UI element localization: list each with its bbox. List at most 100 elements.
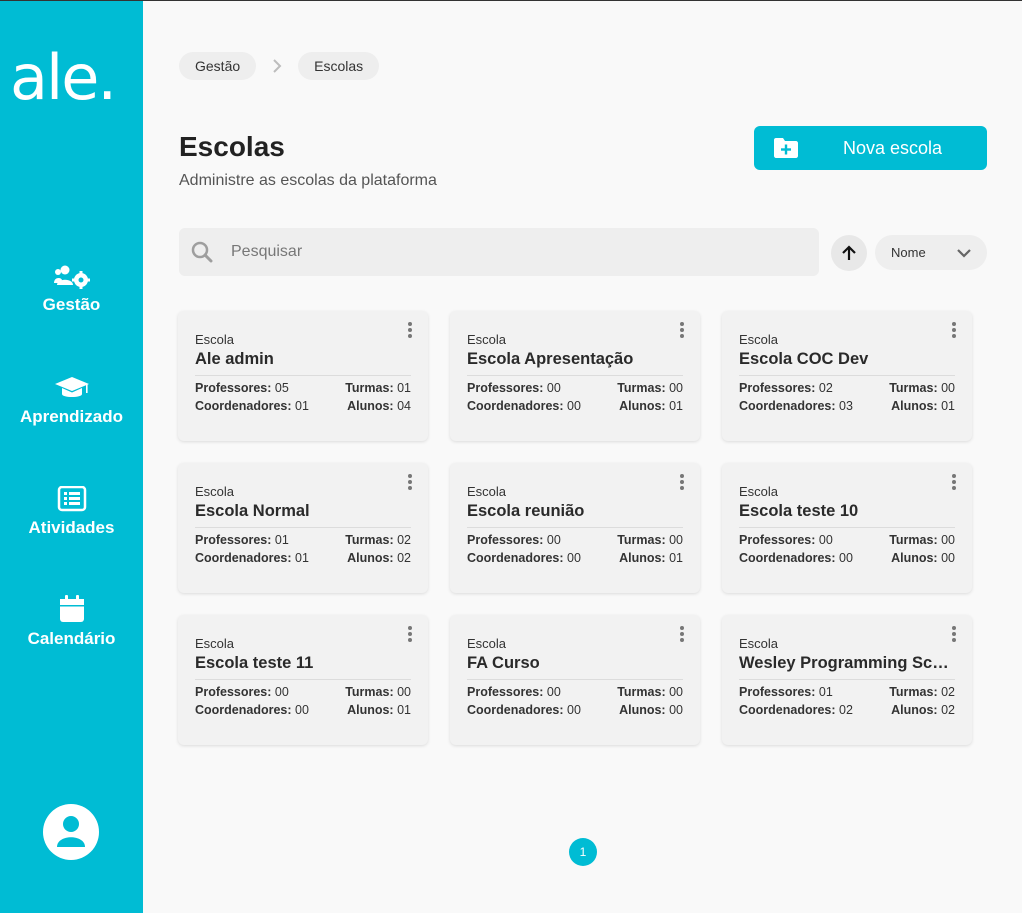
sidebar-item-aprendizado[interactable]: Aprendizado xyxy=(0,375,143,427)
arrow-up-icon xyxy=(842,245,856,260)
stat-coordenadores: Coordenadores: 00 xyxy=(467,703,581,717)
school-name: Escola reunião xyxy=(467,502,585,520)
stat-label: Professores: xyxy=(739,533,816,547)
school-kind: Escola xyxy=(195,332,235,347)
stat-label: Professores: xyxy=(739,381,816,395)
more-options-icon[interactable] xyxy=(677,322,687,340)
chevron-right-icon xyxy=(273,59,282,73)
school-kind: Escola xyxy=(467,484,507,499)
stat-coordenadores: Coordenadores: 00 xyxy=(467,399,581,413)
school-kind: Escola xyxy=(195,636,235,651)
more-options-icon[interactable] xyxy=(949,626,959,644)
sort-direction-button[interactable] xyxy=(831,235,867,271)
pagination-page-1[interactable]: 1 xyxy=(569,838,597,866)
divider xyxy=(195,375,411,376)
stat-label: Professores: xyxy=(195,685,272,699)
sort-field-select[interactable]: Nome xyxy=(875,235,987,270)
stat-value: 00 xyxy=(546,381,561,395)
sort-field-value: Nome xyxy=(891,245,926,260)
stat-alunos: Alunos: 01 xyxy=(347,703,411,717)
stat-value: 00 xyxy=(546,533,561,547)
stat-label: Coordenadores: xyxy=(739,551,836,565)
stat-label: Turmas: xyxy=(889,381,938,395)
stat-professores: Professores: 00 xyxy=(739,533,833,547)
school-kind: Escola xyxy=(467,332,507,347)
stat-professores: Professores: 05 xyxy=(195,381,289,395)
stat-value: 00 xyxy=(941,551,955,565)
school-card[interactable]: Escola Escola COC Dev Professores: 02 Turma… xyxy=(722,311,972,441)
more-options-icon[interactable] xyxy=(677,474,687,492)
school-name: Escola teste 11 xyxy=(195,654,314,672)
page-subtitle: Administre as escolas da plataforma xyxy=(179,172,437,189)
more-options-icon[interactable] xyxy=(949,474,959,492)
search-input[interactable] xyxy=(231,243,791,261)
sidebar-item-atividades[interactable]: Atividades xyxy=(0,486,143,538)
more-options-icon[interactable] xyxy=(949,322,959,340)
school-kind: Escola xyxy=(467,636,507,651)
school-kind: Escola xyxy=(739,636,779,651)
more-options-icon[interactable] xyxy=(405,474,415,492)
stat-label: Alunos: xyxy=(619,399,666,413)
stat-value: 01 xyxy=(397,703,411,717)
brand-logo[interactable]: ale. xyxy=(10,41,117,114)
divider xyxy=(195,679,411,680)
stat-value: 00 xyxy=(818,533,833,547)
stat-value: 00 xyxy=(397,685,411,699)
user-avatar[interactable] xyxy=(43,804,99,860)
school-name: Escola COC Dev xyxy=(739,350,869,368)
page-title: Escolas xyxy=(179,131,285,162)
sidebar-item-gestao[interactable]: Gestão xyxy=(0,263,143,315)
more-options-icon[interactable] xyxy=(405,626,415,644)
breadcrumb-item-gestao[interactable]: Gestão xyxy=(179,52,257,80)
stat-value: 00 xyxy=(546,685,561,699)
stat-alunos: Alunos: 00 xyxy=(891,551,955,565)
chevron-down-icon xyxy=(957,248,971,258)
more-options-icon[interactable] xyxy=(677,626,687,644)
stat-label: Turmas: xyxy=(617,533,666,547)
stat-value: 02 xyxy=(941,703,955,717)
more-options-icon[interactable] xyxy=(405,322,415,340)
stat-value: 00 xyxy=(567,703,581,717)
stat-value: 00 xyxy=(941,381,955,395)
school-card[interactable]: Escola Escola reunião Professores: 00 Turma… xyxy=(450,463,700,593)
school-card[interactable]: Escola Escola Apresentação Professores: 00… xyxy=(450,311,700,441)
stat-label: Turmas: xyxy=(889,533,938,547)
stat-value: 00 xyxy=(295,703,309,717)
new-school-button[interactable]: Nova escola xyxy=(754,126,987,170)
stat-alunos: Alunos: 04 xyxy=(347,399,411,413)
stat-value: 05 xyxy=(274,381,289,395)
stat-label: Professores: xyxy=(195,533,272,547)
stat-turmas: Turmas: 00 xyxy=(617,533,683,547)
school-card[interactable]: Escola Wesley Programming School Professor… xyxy=(722,615,972,745)
stat-value: 00 xyxy=(669,533,683,547)
search-icon xyxy=(191,241,213,263)
sidebar-item-calendario[interactable]: Calendário xyxy=(0,595,143,649)
stat-turmas: Turmas: 00 xyxy=(617,685,683,699)
sidebar-item-label: Atividades xyxy=(28,518,115,537)
sidebar-item-label: Gestão xyxy=(42,295,101,314)
breadcrumb-item-escolas[interactable]: Escolas xyxy=(298,52,380,80)
school-card[interactable]: Escola Escola teste 10 Professores: 00 Turm… xyxy=(722,463,972,593)
stat-turmas: Turmas: 02 xyxy=(345,533,411,547)
school-card[interactable]: Escola Ale admin Professores: 05 Turmas: 01… xyxy=(178,311,428,441)
stat-label: Alunos: xyxy=(891,399,938,413)
school-card[interactable]: Escola FA Curso Professores: 00 Turmas: 00 C… xyxy=(450,615,700,745)
new-school-button-label: Nova escola xyxy=(843,137,943,158)
stat-label: Professores: xyxy=(467,533,544,547)
stat-alunos: Alunos: 01 xyxy=(619,399,683,413)
stat-alunos: Alunos: 00 xyxy=(619,703,683,717)
stat-turmas: Turmas: 00 xyxy=(617,381,683,395)
stat-label: Alunos: xyxy=(619,703,666,717)
sidebar-item-label: Calendário xyxy=(27,629,116,648)
stat-turmas: Turmas: 00 xyxy=(889,533,955,547)
stat-value: 02 xyxy=(941,685,955,699)
sidebar: ale. Gestão Aprendizado Atividades Calen… xyxy=(0,1,143,913)
school-card[interactable]: Escola Escola Normal Professores: 01 Turmas… xyxy=(178,463,428,593)
stat-label: Coordenadores: xyxy=(467,703,564,717)
stat-value: 00 xyxy=(669,703,683,717)
stat-label: Alunos: xyxy=(891,703,938,717)
stat-turmas: Turmas: 01 xyxy=(345,381,411,395)
stat-coordenadores: Coordenadores: 01 xyxy=(195,551,309,565)
stat-value: 03 xyxy=(839,399,853,413)
school-card[interactable]: Escola Escola teste 11 Professores: 00 Turm… xyxy=(178,615,428,745)
